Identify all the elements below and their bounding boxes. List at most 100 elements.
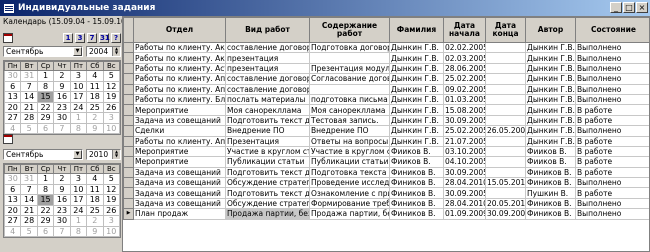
- calendar-day[interactable]: 1: [36, 173, 55, 185]
- table-cell[interactable]: Выполнено: [575, 52, 649, 64]
- calendar-day[interactable]: 7: [53, 122, 71, 134]
- table-row[interactable]: Задача из совещанийОбсуждение стратегии …: [123, 177, 649, 189]
- calendar-day[interactable]: 2: [53, 173, 71, 185]
- chevron-down-icon[interactable]: ▼: [73, 47, 82, 56]
- row-indicator[interactable]: [123, 145, 134, 158]
- table-cell[interactable]: Выполнено: [575, 83, 649, 95]
- calendar-day[interactable]: 23: [53, 204, 71, 216]
- table-cell[interactable]: 30.09.2005: [443, 166, 486, 179]
- calendar-day[interactable]: 26: [102, 204, 121, 216]
- column-header[interactable]: Содержание работ: [309, 17, 390, 43]
- calendar-day[interactable]: 19: [102, 91, 121, 103]
- calendar-day[interactable]: 3: [69, 173, 88, 185]
- table-cell[interactable]: Фииков В.: [525, 156, 576, 168]
- calendar-day[interactable]: 20: [3, 204, 22, 216]
- table-row[interactable]: ▶План продажПродажа партии, безалкоголПр…: [123, 208, 649, 220]
- table-cell[interactable]: Задача из совещаний: [133, 187, 226, 199]
- table-cell[interactable]: 20.05.2010: [485, 197, 526, 210]
- table-cell[interactable]: Работы по клиенту. Блик: [133, 93, 226, 106]
- table-cell[interactable]: 01.03.2005: [443, 93, 486, 106]
- table-cell[interactable]: В работе: [575, 114, 649, 127]
- table-cell[interactable]: 15.08.2005: [443, 104, 486, 116]
- table-cell[interactable]: Презентация модуля С: [309, 62, 390, 75]
- table-cell[interactable]: Дынкин Г.В.: [389, 52, 444, 64]
- calendar-day[interactable]: 6: [3, 183, 22, 195]
- table-cell[interactable]: Работы по клиенту. Аппель: [133, 73, 226, 85]
- calendar-day[interactable]: 24: [69, 204, 88, 216]
- table-cell[interactable]: Фиников В.: [389, 197, 444, 210]
- table-cell[interactable]: Пушкин В.: [525, 187, 576, 199]
- calendar-day[interactable]: 4: [86, 70, 104, 82]
- calendar-day[interactable]: 28: [20, 112, 38, 124]
- table-cell[interactable]: Подготовить текст для Тучан: [225, 166, 310, 179]
- calendar-day[interactable]: 16: [53, 194, 71, 206]
- column-header[interactable]: Дата конца: [485, 17, 526, 43]
- table-cell[interactable]: [485, 104, 526, 116]
- table-cell[interactable]: Мероприятие: [133, 104, 226, 116]
- calendar-day[interactable]: 8: [69, 122, 88, 134]
- row-indicator[interactable]: ▶: [123, 208, 134, 220]
- table-cell[interactable]: Дынкин Г.В.: [525, 83, 576, 95]
- calendar-day[interactable]: 5: [20, 225, 38, 237]
- calendar-day[interactable]: 6: [36, 225, 55, 237]
- table-cell[interactable]: Дынкин Г.В.: [389, 73, 444, 85]
- table-cell[interactable]: Задача из совещаний: [133, 177, 226, 189]
- table-cell[interactable]: 21.07.2005: [443, 135, 486, 147]
- table-row[interactable]: МероприятиеУчастие в круглом столеУчасти…: [123, 145, 649, 158]
- table-cell[interactable]: Формирование требова: [309, 197, 390, 210]
- table-cell[interactable]: [485, 114, 526, 127]
- row-indicator[interactable]: [123, 93, 134, 106]
- calendar-day[interactable]: 20: [3, 101, 22, 113]
- table-cell[interactable]: 30.09.2009: [485, 208, 526, 220]
- calendar-day[interactable]: 6: [3, 80, 22, 92]
- table-cell[interactable]: Внедрение ПО: [225, 125, 310, 137]
- calendar-icon[interactable]: [3, 32, 13, 43]
- table-cell[interactable]: Дынкин Г.В.: [525, 125, 576, 137]
- table-cell[interactable]: составление договора: [225, 73, 310, 85]
- calendar-day[interactable]: 4: [86, 173, 104, 185]
- column-header[interactable]: Вид работ: [225, 17, 310, 43]
- calendar-day[interactable]: 18: [86, 194, 104, 206]
- table-cell[interactable]: 25.02.2005: [443, 73, 486, 85]
- table-cell[interactable]: В работе: [575, 135, 649, 147]
- calendar-day[interactable]: 27: [3, 112, 22, 124]
- column-header[interactable]: Отдел: [133, 17, 226, 43]
- table-cell[interactable]: Участие в круглом ст: [309, 145, 390, 158]
- calendar-day[interactable]: 16: [53, 91, 71, 103]
- table-cell[interactable]: [485, 187, 526, 199]
- calendar-day[interactable]: 13: [3, 194, 22, 206]
- calendar-day[interactable]: 9: [86, 225, 104, 237]
- table-cell[interactable]: [309, 52, 390, 64]
- table-cell[interactable]: Публикации статьи: [309, 156, 390, 168]
- table-cell[interactable]: Фиников В.: [525, 166, 576, 179]
- table-cell[interactable]: План продаж: [133, 208, 226, 220]
- calendar-day[interactable]: 3: [69, 70, 88, 82]
- table-cell[interactable]: [485, 83, 526, 95]
- table-cell[interactable]: Ознакомление с прика: [309, 187, 390, 199]
- column-header[interactable]: Автор: [525, 17, 576, 43]
- table-row[interactable]: Мероприятие Моя санорекллама Моя санореклл…: [123, 104, 649, 116]
- table-cell[interactable]: Дынкин Г.В.: [525, 73, 576, 85]
- calendar-day[interactable]: 30: [53, 112, 71, 124]
- table-cell[interactable]: [485, 145, 526, 158]
- calendar-day[interactable]: 13: [3, 91, 22, 103]
- table-cell[interactable]: Дынкин Г.В.: [389, 135, 444, 147]
- table-cell[interactable]: 04.10.2005: [443, 156, 486, 168]
- row-indicator[interactable]: [123, 125, 134, 137]
- calendar-day[interactable]: 6: [36, 122, 55, 134]
- table-cell[interactable]: Фиников В.: [525, 197, 576, 210]
- calendar-day[interactable]: 7: [20, 183, 38, 195]
- table-cell[interactable]: 01.09.2009: [443, 208, 486, 220]
- table-cell[interactable]: Сделки: [133, 125, 226, 137]
- calendar-day[interactable]: 2: [53, 70, 71, 82]
- calendar-day[interactable]: 30: [3, 70, 22, 82]
- table-cell[interactable]: [485, 93, 526, 106]
- table-cell[interactable]: Фииков В.: [389, 145, 444, 158]
- calendar-day[interactable]: 15: [36, 91, 55, 103]
- calendar-day[interactable]: 5: [20, 122, 38, 134]
- calendar-day[interactable]: 10: [102, 122, 121, 134]
- table-cell[interactable]: Дынкин Г.В.: [389, 104, 444, 116]
- calendar-day[interactable]: 9: [53, 183, 71, 195]
- table-cell[interactable]: составление договора: [225, 83, 310, 95]
- table-cell[interactable]: Фиников В.: [389, 177, 444, 189]
